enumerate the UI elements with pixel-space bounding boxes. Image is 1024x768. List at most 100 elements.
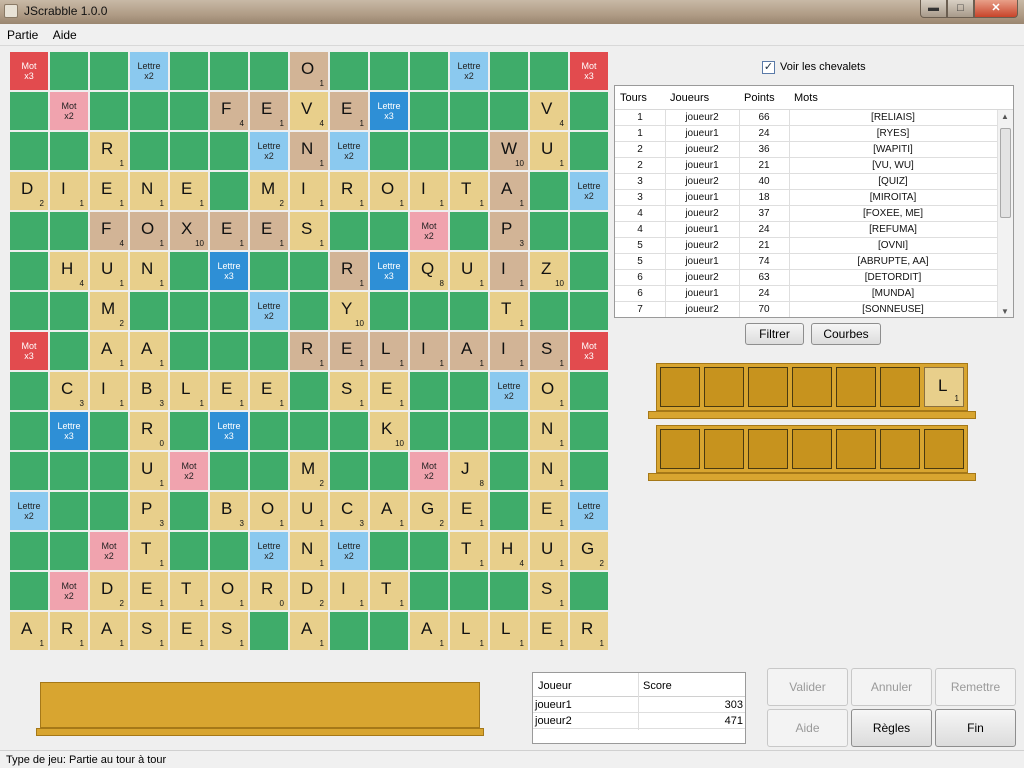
board-tile[interactable]: I1 bbox=[330, 572, 368, 610]
board-cell[interactable] bbox=[490, 492, 528, 530]
board-tile[interactable]: I1 bbox=[490, 252, 528, 290]
board-cell[interactable] bbox=[130, 292, 168, 330]
board-cell[interactable] bbox=[570, 132, 608, 170]
board-cell[interactable] bbox=[290, 252, 328, 290]
board-cell[interactable] bbox=[10, 92, 48, 130]
board-cell[interactable] bbox=[530, 292, 568, 330]
board-tile[interactable]: A1 bbox=[290, 612, 328, 650]
board-cell[interactable] bbox=[450, 372, 488, 410]
board-tile[interactable]: L1 bbox=[490, 612, 528, 650]
board-tile[interactable]: U1 bbox=[450, 252, 488, 290]
board-tile[interactable]: E1 bbox=[530, 612, 568, 650]
close-button[interactable]: ✕ bbox=[974, 0, 1018, 18]
board-tile[interactable]: U1 bbox=[530, 532, 568, 570]
board-tile[interactable]: C3 bbox=[330, 492, 368, 530]
board-cell-double-word[interactable]: Mot x2 bbox=[50, 92, 88, 130]
board-tile[interactable]: R1 bbox=[330, 252, 368, 290]
maximize-button[interactable]: □ bbox=[947, 0, 974, 18]
board-tile[interactable]: A1 bbox=[130, 332, 168, 370]
board-cell[interactable] bbox=[370, 132, 408, 170]
menu-aide[interactable]: Aide bbox=[46, 24, 81, 42]
history-row[interactable]: 6 joueur1 24 [MUNDA] bbox=[615, 286, 997, 302]
board-tile[interactable]: E1 bbox=[370, 372, 408, 410]
board-cell[interactable] bbox=[170, 52, 208, 90]
board-cell[interactable] bbox=[250, 332, 288, 370]
board-tile[interactable]: O1 bbox=[530, 372, 568, 410]
end-game-button[interactable]: Fin bbox=[935, 709, 1016, 747]
board-tile[interactable]: R1 bbox=[330, 172, 368, 210]
board-tile[interactable]: F4 bbox=[210, 92, 248, 130]
board-cell-triple-word[interactable]: Mot x3 bbox=[10, 332, 48, 370]
board-cell[interactable] bbox=[490, 412, 528, 450]
board-cell-double-letter[interactable]: Lettre x2 bbox=[450, 52, 488, 90]
board-tile[interactable]: T1 bbox=[450, 172, 488, 210]
board-tile[interactable]: R0 bbox=[250, 572, 288, 610]
board-cell[interactable] bbox=[170, 492, 208, 530]
board-tile[interactable]: G2 bbox=[570, 532, 608, 570]
board-cell[interactable] bbox=[10, 292, 48, 330]
history-row[interactable]: 2 joueur2 36 [WAPITI] bbox=[615, 142, 997, 158]
board-cell-triple-letter[interactable]: Lettre x3 bbox=[370, 92, 408, 130]
history-col-joueurs[interactable]: Joueurs bbox=[670, 92, 709, 104]
board-cell-double-word[interactable]: Mot x2 bbox=[410, 452, 448, 490]
board-cell[interactable] bbox=[210, 52, 248, 90]
board-tile[interactable]: Q8 bbox=[410, 252, 448, 290]
board-tile[interactable]: E1 bbox=[210, 212, 248, 250]
board-tile[interactable]: S1 bbox=[330, 372, 368, 410]
board-cell-double-letter[interactable]: Lettre x2 bbox=[10, 492, 48, 530]
board-cell[interactable] bbox=[50, 132, 88, 170]
board-cell[interactable] bbox=[90, 52, 128, 90]
board-cell[interactable] bbox=[450, 212, 488, 250]
board-tile[interactable]: O1 bbox=[130, 212, 168, 250]
board-tile[interactable]: N1 bbox=[130, 252, 168, 290]
board-tile[interactable]: U1 bbox=[130, 452, 168, 490]
board-cell[interactable] bbox=[570, 452, 608, 490]
board-tile[interactable]: U1 bbox=[530, 132, 568, 170]
board-cell[interactable] bbox=[330, 452, 368, 490]
board-tile[interactable]: R1 bbox=[90, 132, 128, 170]
board-cell[interactable] bbox=[450, 572, 488, 610]
board-tile[interactable]: A1 bbox=[410, 612, 448, 650]
scroll-down-arrow-icon[interactable]: ▼ bbox=[1001, 307, 1009, 316]
board-cell[interactable] bbox=[370, 212, 408, 250]
board-cell-triple-letter[interactable]: Lettre x3 bbox=[210, 252, 248, 290]
board-cell[interactable] bbox=[210, 452, 248, 490]
board-cell[interactable] bbox=[250, 252, 288, 290]
board-cell-double-letter[interactable]: Lettre x2 bbox=[330, 532, 368, 570]
board-tile[interactable]: D2 bbox=[10, 172, 48, 210]
filter-button[interactable]: Filtrer bbox=[745, 323, 804, 345]
history-col-points[interactable]: Points bbox=[744, 92, 775, 104]
history-row[interactable]: 1 joueur2 66 [RELIAIS] bbox=[615, 110, 997, 126]
board-cell[interactable] bbox=[10, 132, 48, 170]
board-tile[interactable]: T1 bbox=[370, 572, 408, 610]
board-cell[interactable] bbox=[10, 372, 48, 410]
scores-col-score[interactable]: Score bbox=[643, 680, 672, 692]
board-tile[interactable]: N1 bbox=[130, 172, 168, 210]
board-cell[interactable] bbox=[490, 452, 528, 490]
board-tile[interactable]: F4 bbox=[90, 212, 128, 250]
board-cell[interactable] bbox=[450, 132, 488, 170]
put-back-button[interactable]: Remettre bbox=[935, 668, 1016, 706]
rules-button[interactable]: Règles bbox=[851, 709, 932, 747]
board-tile[interactable]: V4 bbox=[290, 92, 328, 130]
board-cell[interactable] bbox=[10, 412, 48, 450]
board-tile[interactable]: N1 bbox=[530, 452, 568, 490]
board-cell[interactable] bbox=[410, 92, 448, 130]
board-cell[interactable] bbox=[50, 52, 88, 90]
board-tile[interactable]: Y 10 bbox=[330, 292, 368, 330]
board-tile[interactable]: C3 bbox=[50, 372, 88, 410]
board-cell[interactable] bbox=[90, 492, 128, 530]
board-tile[interactable]: U1 bbox=[90, 252, 128, 290]
board-cell[interactable] bbox=[410, 52, 448, 90]
board-tile[interactable]: S1 bbox=[530, 572, 568, 610]
board-tile[interactable]: E1 bbox=[130, 572, 168, 610]
history-row[interactable]: 3 joueur2 40 [QUIZ] bbox=[615, 174, 997, 190]
board-tile[interactable]: P3 bbox=[130, 492, 168, 530]
board-cell[interactable] bbox=[330, 52, 368, 90]
board-cell[interactable] bbox=[370, 612, 408, 650]
score-row[interactable]: joueur1 303 bbox=[533, 697, 745, 713]
board-tile[interactable]: E1 bbox=[330, 92, 368, 130]
menu-partie[interactable]: Partie bbox=[0, 24, 42, 42]
history-col-mots[interactable]: Mots bbox=[794, 92, 818, 104]
history-row[interactable]: 5 joueur1 74 [ABRUPTE, AA] bbox=[615, 254, 997, 270]
